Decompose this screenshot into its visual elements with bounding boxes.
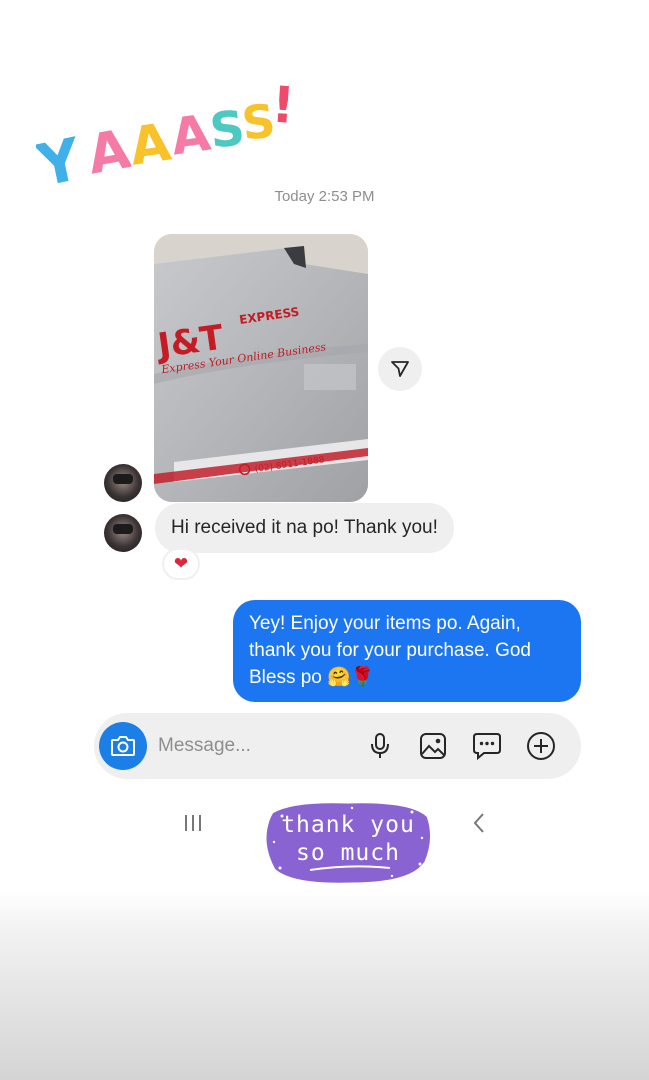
- message-timestamp: Today 2:53 PM: [274, 188, 375, 205]
- microphone-icon: [371, 733, 389, 758]
- thank-you-sticker: thank you so much: [262, 798, 434, 888]
- thank-you-line: thank you: [281, 812, 415, 838]
- back-chevron-icon: [473, 813, 484, 833]
- sent-message-line: Yey! Enjoy your items po. Again,: [249, 613, 521, 634]
- received-message-bubble[interactable]: Hi received it na po! Thank you!: [155, 503, 454, 553]
- sent-message-bubble[interactable]: Yey! Enjoy your items po. Again, thank y…: [233, 600, 581, 702]
- camera-icon: [111, 736, 135, 756]
- yaaass-letter: A: [126, 113, 174, 178]
- image-icon: [420, 733, 446, 759]
- sender-avatar[interactable]: [104, 514, 142, 552]
- message-input[interactable]: [158, 733, 348, 759]
- message-composer: [94, 713, 581, 779]
- forward-button[interactable]: [378, 347, 422, 391]
- parcel-photo-graphic: J&T EXPRESS Express Your Online Business…: [154, 234, 368, 502]
- yaaass-letter: !: [270, 75, 296, 134]
- plus-circle-icon: [527, 732, 555, 760]
- yaaass-sticker-graphic: Y A A A S S !: [29, 74, 298, 202]
- parcel-photo[interactable]: J&T EXPRESS Express Your Online Business…: [154, 234, 368, 502]
- sent-message-line: thank you for your purchase. God: [249, 640, 531, 661]
- recent-apps-icon: [185, 815, 201, 831]
- heart-icon: ❤: [173, 554, 189, 573]
- chat-bubble-icon: [473, 733, 501, 760]
- yaaass-letter: A: [167, 104, 214, 167]
- sent-message-line: Bless po 🤗🌹: [249, 667, 375, 688]
- yaaass-sticker: Y A A A S S !: [29, 62, 298, 202]
- sender-avatar[interactable]: [104, 464, 142, 502]
- thank-you-line: so much: [296, 840, 400, 866]
- gallery-button[interactable]: [417, 730, 449, 762]
- camera-button[interactable]: [99, 722, 147, 770]
- received-message-text: Hi received it na po! Thank you!: [171, 517, 438, 538]
- yaaass-letter: Y: [36, 125, 88, 192]
- back-button[interactable]: [466, 810, 492, 836]
- heart-reaction[interactable]: ❤: [162, 548, 200, 580]
- recent-apps-button[interactable]: [180, 810, 206, 836]
- sticker-button[interactable]: [471, 730, 503, 762]
- send-icon: [391, 361, 409, 377]
- microphone-button[interactable]: [364, 730, 396, 762]
- add-button[interactable]: [525, 730, 557, 762]
